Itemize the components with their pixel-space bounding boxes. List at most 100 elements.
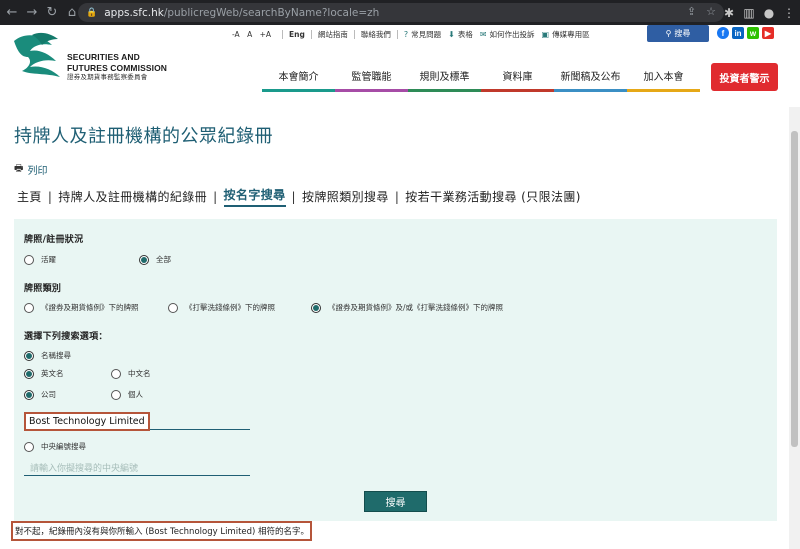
megaphone-icon: ✉	[479, 29, 487, 39]
individual-radio[interactable]: 個人	[111, 389, 143, 400]
back-icon[interactable]: ←	[2, 0, 22, 25]
download-icon: ⬇	[448, 29, 455, 39]
radio-label: 中文名	[128, 369, 151, 378]
tab-search-by-name[interactable]: 按名字搜尋	[223, 186, 286, 207]
font-larger[interactable]: +A	[260, 30, 271, 39]
nav-rules[interactable]: 規則及標準	[408, 61, 481, 92]
forward-icon[interactable]: →	[22, 0, 42, 25]
font-smaller[interactable]: -A	[232, 30, 240, 39]
radio-label: 《證券及期貨條例》及/或《打擊洗錢條例》下的牌照	[328, 303, 504, 312]
faq-link[interactable]: ? 常見問題	[404, 29, 441, 40]
divider	[353, 29, 355, 39]
page-title: 持牌人及註冊機構的公眾紀錄冊	[14, 126, 273, 147]
investor-alert-button[interactable]: 投資者警示	[711, 63, 778, 91]
divider	[282, 29, 284, 39]
radio-circle	[111, 389, 121, 400]
forms-link[interactable]: ⬇ 表格	[448, 29, 473, 40]
printer-icon: 🖶	[14, 163, 24, 174]
radio-circle	[111, 368, 121, 379]
page-scrollbar[interactable]	[789, 107, 800, 549]
linkedin-icon[interactable]: in	[732, 27, 744, 39]
nav-news[interactable]: 新聞稿及公布	[554, 61, 627, 92]
radio-label: 個人	[128, 390, 143, 399]
wechat-icon[interactable]: w	[747, 27, 759, 39]
faq-label: 常見問題	[411, 29, 442, 39]
media-link[interactable]: ▣ 傳媒專用區	[542, 29, 590, 40]
crumb-register[interactable]: 持牌人及註冊機構的紀錄冊	[58, 188, 207, 205]
extensions-icon[interactable]: ✱	[722, 6, 736, 20]
radio-circle-selected	[24, 389, 34, 400]
company-radio[interactable]: 公司	[24, 389, 56, 400]
share-icon[interactable]: ⇪	[687, 5, 696, 18]
nav-database[interactable]: 資料庫	[481, 61, 554, 92]
bookmark-star-icon[interactable]: ☆	[706, 5, 716, 18]
radio-circle	[24, 302, 34, 313]
crumb-home[interactable]: 主頁	[17, 188, 42, 205]
side-panel-icon[interactable]: ▥	[742, 6, 756, 20]
search-options-label: 選擇下列搜索選項：	[24, 332, 108, 342]
ce-search-radio[interactable]: 中央編號搜尋	[24, 441, 86, 452]
profile-icon[interactable]: ●	[762, 6, 776, 20]
name-input-value: Bost Technology Limited	[24, 412, 150, 431]
reload-icon[interactable]: ↻	[42, 0, 62, 25]
licence-type-label: 牌照類別	[24, 284, 62, 294]
status-all-radio[interactable]: 全部	[139, 254, 171, 265]
type-amlo-radio[interactable]: 《打擊洗錢條例》下的牌照	[168, 302, 275, 313]
complaint-link[interactable]: ✉ 如何作出投訴	[480, 29, 535, 40]
tab-search-by-activity[interactable]: 按若干業務活動搜尋 (只限法團)	[405, 188, 581, 205]
divider	[310, 29, 312, 39]
site-search-button[interactable]: ⚲ 搜尋	[647, 25, 709, 42]
search-submit-button[interactable]: 搜尋	[364, 491, 427, 512]
complaint-label: 如何作出投訴	[489, 29, 535, 39]
lang-switch[interactable]: Eng	[289, 30, 305, 39]
media-label: 傳媒專用區	[552, 29, 590, 39]
address-bar[interactable]: 🔒 apps.sfc.hk /publicregWeb/searchByName…	[78, 3, 724, 22]
status-active-radio[interactable]: 活躍	[24, 254, 56, 265]
english-name-radio[interactable]: 英文名	[24, 368, 64, 379]
breadcrumb: 主頁 | 持牌人及註冊機構的紀錄冊 | 按名字搜尋 | 按牌照類別搜尋 | 按若…	[17, 186, 581, 207]
menu-icon[interactable]: ⋮	[782, 6, 796, 20]
ce-number-input[interactable]: 請輸入你擬搜尋的中央編號	[24, 461, 250, 476]
scrollbar-thumb[interactable]	[791, 131, 798, 447]
divider	[396, 29, 398, 39]
contact-link[interactable]: 聯絡我們	[361, 29, 391, 40]
utility-bar: -A A +A Eng 網站指南 聯絡我們 ? 常見問題 ⬇ 表格 ✉ 如何作出投訴 …	[232, 27, 597, 41]
print-label: 列印	[27, 166, 48, 177]
sitemap-link[interactable]: 網站指南	[318, 29, 348, 40]
radio-circle	[24, 254, 34, 265]
font-size-controls: -A A +A	[232, 30, 276, 39]
lock-icon: 🔒	[86, 7, 98, 18]
radio-label: 公司	[41, 390, 56, 399]
search-icon: ⚲	[665, 29, 672, 38]
radio-label: 《打擊洗錢條例》下的牌照	[185, 303, 275, 312]
logo-text-zh: 證券及期貨事務監察委員會	[67, 73, 148, 81]
question-icon: ?	[403, 29, 409, 39]
radio-label: 活躍	[41, 255, 56, 264]
radio-label: 中央編號搜尋	[41, 442, 86, 451]
chinese-name-radio[interactable]: 中文名	[111, 368, 151, 379]
youtube-icon[interactable]: ▶	[762, 27, 774, 39]
tab-search-by-licence[interactable]: 按牌照類別搜尋	[302, 188, 389, 205]
radio-label: 《證券及期貨條例》下的牌照	[41, 303, 139, 312]
type-both-radio[interactable]: 《證券及期貨條例》及/或《打擊洗錢條例》下的牌照	[311, 302, 503, 313]
status-label: 牌照/註冊狀況	[24, 235, 84, 245]
logo-line-1: SECURITIES AND	[67, 52, 140, 62]
print-link[interactable]: 🖶 列印	[14, 161, 47, 178]
nav-about[interactable]: 本會簡介	[262, 61, 335, 92]
no-result-message: 對不起，紀錄冊內沒有與你所輸入 (Bost Technology Limited…	[11, 521, 312, 541]
social-links: f in w ▶	[717, 27, 774, 39]
nav-careers[interactable]: 加入本會	[627, 61, 700, 92]
forms-label: 表格	[457, 29, 473, 39]
nav-regulatory[interactable]: 監管職能	[335, 61, 408, 92]
main-nav: 本會簡介 監管職能 規則及標準 資料庫 新聞稿及公布 加入本會	[262, 61, 700, 92]
name-search-radio[interactable]: 名稱搜尋	[24, 350, 71, 361]
name-search-input[interactable]: Bost Technology Limited	[24, 412, 250, 431]
type-sfo-radio[interactable]: 《證券及期貨條例》下的牌照	[24, 302, 139, 313]
font-normal[interactable]: A	[247, 30, 252, 39]
site-header: SECURITIES AND FUTURES COMMISSION 證券及期貨事…	[0, 25, 800, 107]
radio-label: 英文名	[41, 369, 64, 378]
facebook-icon[interactable]: f	[717, 27, 729, 39]
radio-label: 名稱搜尋	[41, 351, 71, 360]
divider: |	[213, 189, 218, 204]
radio-circle-selected	[139, 254, 149, 265]
